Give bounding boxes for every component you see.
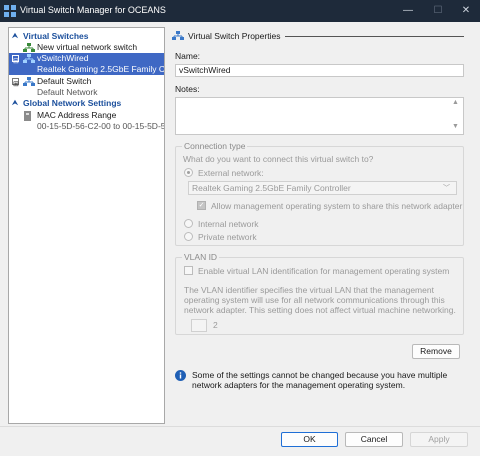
apply-button[interactable]: Apply xyxy=(410,432,468,447)
scroll-up-icon[interactable]: ▲ xyxy=(452,99,459,106)
switch-icon xyxy=(172,31,184,40)
internal-network-label: Internal network xyxy=(198,219,259,229)
tree-item-default-switch[interactable]: ⊞ Default Switch Default Network xyxy=(9,76,164,98)
switch-adapter: Realtek Gaming 2.5GbE Family Con... xyxy=(37,64,164,74)
connection-question: What do you want to connect this virtual… xyxy=(183,154,374,164)
new-switch-icon xyxy=(23,43,35,52)
external-network-label: External network: xyxy=(198,168,264,178)
dialog-button-bar: OK Cancel Apply xyxy=(0,426,480,456)
mac-range-label: MAC Address Range xyxy=(37,110,117,120)
info-message: Some of the settings cannot be changed b… xyxy=(192,370,448,390)
hyperv-app-icon xyxy=(4,5,16,17)
vlan-group: VLAN ID Enable virtual LAN identificatio… xyxy=(175,252,464,335)
collapse-node-icon[interactable]: ⊟ xyxy=(12,55,19,65)
vlan-legend: VLAN ID xyxy=(182,252,220,262)
switch-name: Default Switch xyxy=(37,76,92,86)
section-title: Virtual Switch Properties xyxy=(188,31,281,41)
collapse-icon[interactable]: ⮝ xyxy=(12,98,18,109)
enable-vlan-checkbox[interactable] xyxy=(184,266,193,275)
mac-range-icon xyxy=(24,111,31,121)
global-settings-header: Global Network Settings xyxy=(23,98,122,108)
cancel-button[interactable]: Cancel xyxy=(345,432,403,447)
minimize-button[interactable]: — xyxy=(394,0,422,22)
section-divider xyxy=(285,36,464,37)
tree-header-global-settings[interactable]: ⮝ Global Network Settings xyxy=(9,98,164,109)
maximize-button[interactable]: ☐ xyxy=(424,0,452,22)
ok-button[interactable]: OK xyxy=(281,432,338,447)
vlan-description: The VLAN identifier specifies the virtua… xyxy=(184,285,456,315)
window-title: Virtual Switch Manager for OCEANS xyxy=(20,5,166,15)
expand-node-icon[interactable]: ⊞ xyxy=(12,78,19,88)
adapter-select[interactable]: Realtek Gaming 2.5GbE Family Controller xyxy=(188,181,457,195)
notes-input[interactable] xyxy=(175,97,464,135)
switch-icon xyxy=(23,54,35,63)
allow-management-checkbox[interactable]: ✓ xyxy=(197,201,206,210)
name-label: Name: xyxy=(175,51,201,61)
tree-item-mac-range[interactable]: MAC Address Range 00-15-5D-56-C2-00 to 0… xyxy=(9,110,164,132)
connection-type-group: Connection type What do you want to conn… xyxy=(175,141,464,246)
private-network-radio[interactable] xyxy=(184,232,193,241)
new-switch-label: New virtual network switch xyxy=(37,42,138,52)
tree-header-virtual-switches[interactable]: ⮝ Virtual Switches xyxy=(9,31,164,42)
vlan-id-spinner[interactable] xyxy=(191,319,207,332)
virtual-switches-header: Virtual Switches xyxy=(23,31,89,41)
connection-type-legend: Connection type xyxy=(182,141,248,151)
allow-management-label: Allow management operating system to sha… xyxy=(211,201,463,211)
internal-network-radio[interactable] xyxy=(184,219,193,228)
name-input[interactable]: vSwitchWired xyxy=(175,64,464,77)
tree-item-new-switch[interactable]: New virtual network switch xyxy=(9,42,164,53)
remove-button[interactable]: Remove xyxy=(412,344,460,359)
switch-icon xyxy=(23,77,35,86)
title-bar: Virtual Switch Manager for OCEANS — ☐ ✕ xyxy=(0,0,480,22)
external-network-radio[interactable] xyxy=(184,168,193,177)
switch-network: Default Network xyxy=(37,87,98,97)
chevron-down-icon[interactable]: ﹀ xyxy=(443,183,450,193)
notes-label: Notes: xyxy=(175,84,200,94)
vlan-id-value: 2 xyxy=(213,320,218,330)
private-network-label: Private network xyxy=(198,232,257,242)
switch-tree[interactable]: ⮝ Virtual Switches New virtual network s… xyxy=(8,27,165,424)
collapse-icon[interactable]: ⮝ xyxy=(12,31,18,42)
enable-vlan-label: Enable virtual LAN identification for ma… xyxy=(198,266,450,276)
mac-range-value: 00-15-5D-56-C2-00 to 00-15-5D-5... xyxy=(37,121,164,131)
properties-pane: Virtual Switch Properties Name: vSwitchW… xyxy=(167,27,472,424)
switch-name: vSwitchWired xyxy=(37,53,89,63)
scroll-down-icon[interactable]: ▼ xyxy=(452,123,459,130)
info-icon xyxy=(175,370,186,381)
tree-item-vswitchwired[interactable]: ⊟ vSwitchWired Realtek Gaming 2.5GbE Fam… xyxy=(9,53,164,75)
close-button[interactable]: ✕ xyxy=(452,0,480,22)
